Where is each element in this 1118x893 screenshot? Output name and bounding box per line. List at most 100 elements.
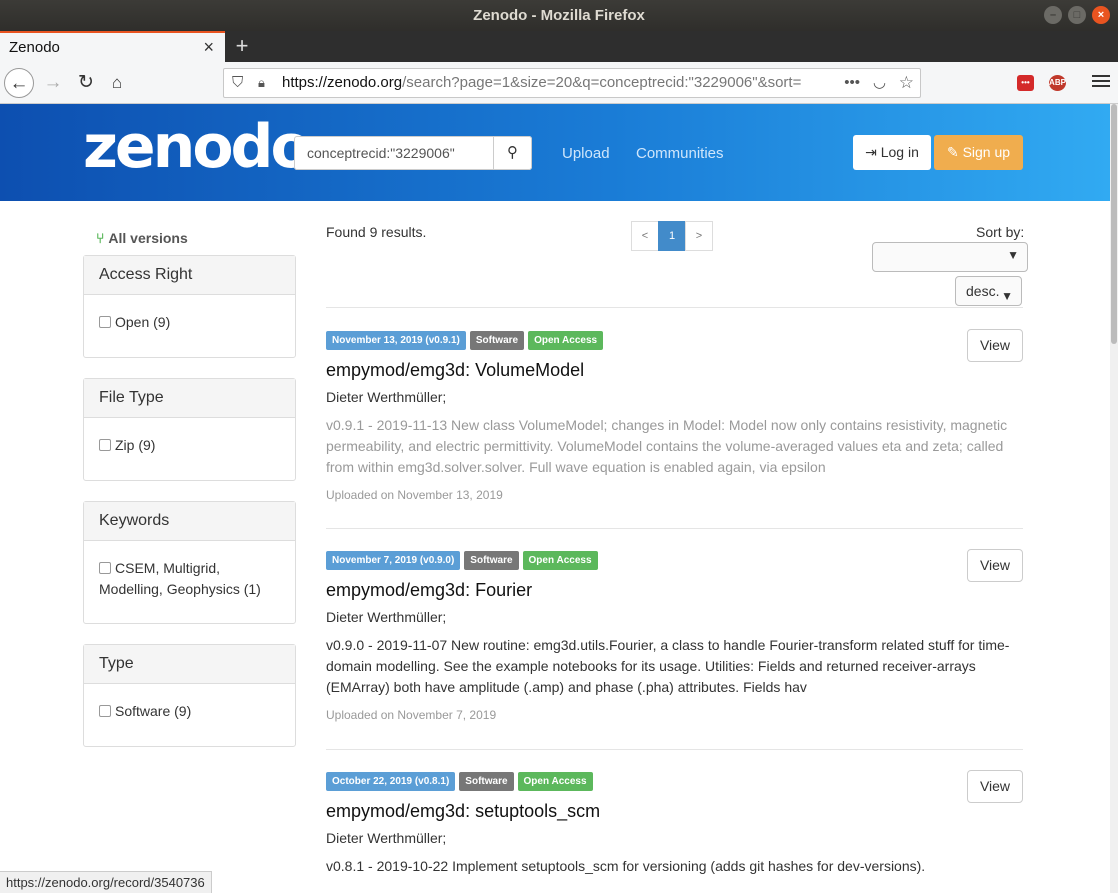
window-titlebar: Zenodo - Mozilla Firefox – □ × (0, 0, 1118, 31)
facet-option[interactable]: Software (9) (115, 703, 191, 719)
shield-icon[interactable]: ⛉ (232, 69, 243, 97)
facet-option[interactable]: Zip (9) (115, 437, 155, 453)
maximize-icon[interactable]: □ (1068, 6, 1086, 24)
result-record: October 22, 2019 (v0.8.1) Software Open … (326, 770, 1023, 877)
result-record: November 7, 2019 (v0.9.0) Software Open … (326, 549, 1023, 722)
checkbox-keyword[interactable] (99, 562, 111, 574)
pocket-icon[interactable]: ◡ (872, 69, 886, 97)
upload-link[interactable]: Upload (562, 145, 610, 162)
all-versions-link[interactable]: ⑂ All versions (96, 230, 188, 246)
branch-icon: ⑂ (96, 230, 105, 246)
type-badge: Software (469, 331, 525, 350)
all-versions-label: All versions (108, 230, 188, 246)
record-author: Dieter Werthmüller; (326, 389, 447, 405)
search-box: ⚲ (294, 136, 532, 170)
checkbox-software[interactable] (99, 705, 111, 717)
checkbox-zip[interactable] (99, 439, 111, 451)
facet-title: Type (84, 645, 295, 684)
password-manager-icon[interactable]: ••• (1017, 75, 1034, 91)
tab-close-icon[interactable]: × (203, 33, 214, 62)
results-count: Found 9 results. (326, 224, 427, 240)
record-title-link[interactable]: empymod/emg3d: VolumeModel (326, 359, 1023, 381)
lock-icon: 🔒︎ (258, 75, 265, 90)
browser-tab[interactable]: Zenodo × (0, 31, 225, 62)
search-icon: ⚲ (507, 144, 518, 161)
prev-page-button[interactable]: < (631, 221, 659, 251)
signup-button[interactable]: ✎ Sign up (934, 135, 1023, 170)
new-tab-button[interactable]: + (231, 31, 253, 62)
edit-icon: ✎ (946, 144, 959, 160)
record-description: v0.9.1 - 2019-11-13 New class VolumeMode… (326, 417, 1008, 475)
record-title-link[interactable]: empymod/emg3d: Fourier (326, 579, 1023, 601)
window-title: Zenodo - Mozilla Firefox (473, 7, 645, 24)
access-badge: Open Access (528, 331, 604, 350)
back-button[interactable]: ← (4, 68, 34, 98)
login-label: Log in (880, 144, 919, 160)
divider (326, 307, 1023, 308)
tab-title: Zenodo (9, 39, 60, 56)
facet-keywords: Keywords CSEM, Multigrid, Modelling, Geo… (83, 501, 296, 624)
order-label: desc. (966, 283, 1000, 299)
adblock-icon[interactable]: ABP (1049, 75, 1066, 91)
view-button[interactable]: View (967, 329, 1023, 362)
signup-label: Sign up (962, 144, 1011, 160)
view-button[interactable]: View (967, 549, 1023, 582)
order-select[interactable]: desc. ▼ (955, 276, 1022, 306)
type-badge: Software (459, 772, 514, 791)
url-domain: https://zenodo.org (282, 74, 403, 91)
access-badge: Open Access (522, 551, 598, 570)
site-header: zenodo ⚲ Upload Communities ⇥ Log in ✎ S… (0, 104, 1110, 201)
bookmark-star-icon[interactable]: ☆ (898, 69, 914, 97)
zenodo-logo[interactable]: zenodo (83, 112, 312, 182)
facet-title: Access Right (84, 256, 295, 295)
page-1-button[interactable]: 1 (658, 221, 686, 251)
divider (326, 528, 1023, 529)
date-badge: October 22, 2019 (v0.8.1) (326, 772, 456, 791)
url-path: /search?page=1&size=20&q=conceptrecid:"3… (402, 74, 802, 91)
facet-option[interactable]: CSEM, Multigrid, Modelling, Geophysics (… (99, 560, 261, 597)
type-badge: Software (464, 551, 519, 570)
facet-option[interactable]: Open (9) (115, 314, 170, 330)
close-window-icon[interactable]: × (1092, 6, 1110, 24)
record-upload-date: Uploaded on November 7, 2019 (326, 708, 497, 722)
date-badge: November 13, 2019 (v0.9.1) (326, 331, 466, 350)
login-button[interactable]: ⇥ Log in (853, 135, 931, 170)
divider (326, 749, 1023, 750)
nav-toolbar: ← → ↻ ⌂ ⛉ 🔒︎ https://zenodo.org/search?p… (0, 62, 1118, 104)
sign-in-icon: ⇥ (865, 144, 877, 160)
record-description: v0.9.0 - 2019-11-07 New routine: emg3d.u… (326, 637, 1010, 695)
status-bar-link-preview: https://zenodo.org/record/3540736 (0, 871, 212, 893)
facet-file-type: File Type Zip (9) (83, 378, 296, 481)
home-button[interactable]: ⌂ (102, 68, 132, 98)
chevron-down-icon: ▼ (1001, 289, 1013, 303)
next-page-button[interactable]: > (685, 221, 713, 251)
forward-button[interactable]: → (38, 68, 68, 98)
record-title-link[interactable]: empymod/emg3d: setuptools_scm (326, 800, 1023, 822)
facet-access-right: Access Right Open (9) (83, 255, 296, 358)
hamburger-menu-icon[interactable] (1092, 72, 1110, 88)
tab-strip: Zenodo × + (0, 31, 1118, 62)
facet-title: File Type (84, 379, 295, 418)
record-description: v0.8.1 - 2019-10-22 Implement setuptools… (326, 858, 926, 874)
checkbox-open[interactable] (99, 316, 111, 328)
reload-button[interactable]: ↻ (71, 68, 101, 98)
record-upload-date: Uploaded on November 13, 2019 (326, 488, 503, 502)
chevron-down-icon: ▼ (1007, 248, 1019, 262)
sort-select[interactable]: ▼ (872, 242, 1028, 272)
more-icon[interactable]: ••• (838, 69, 860, 97)
date-badge: November 7, 2019 (v0.9.0) (326, 551, 461, 570)
pagination: < 1 > (631, 221, 713, 251)
scrollbar-thumb[interactable] (1111, 104, 1117, 344)
minimize-icon[interactable]: – (1044, 6, 1062, 24)
record-author: Dieter Werthmüller; (326, 830, 447, 846)
view-button[interactable]: View (967, 770, 1023, 803)
search-button[interactable]: ⚲ (493, 136, 532, 170)
page-scrollbar[interactable] (1110, 104, 1118, 893)
access-badge: Open Access (517, 772, 593, 791)
facet-title: Keywords (84, 502, 295, 541)
communities-link[interactable]: Communities (636, 145, 724, 162)
url-bar[interactable]: ⛉ 🔒︎ https://zenodo.org/search?page=1&si… (223, 68, 921, 98)
record-author: Dieter Werthmüller; (326, 609, 447, 625)
search-input[interactable] (294, 136, 494, 170)
result-record: November 13, 2019 (v0.9.1) Software Open… (326, 329, 1023, 502)
